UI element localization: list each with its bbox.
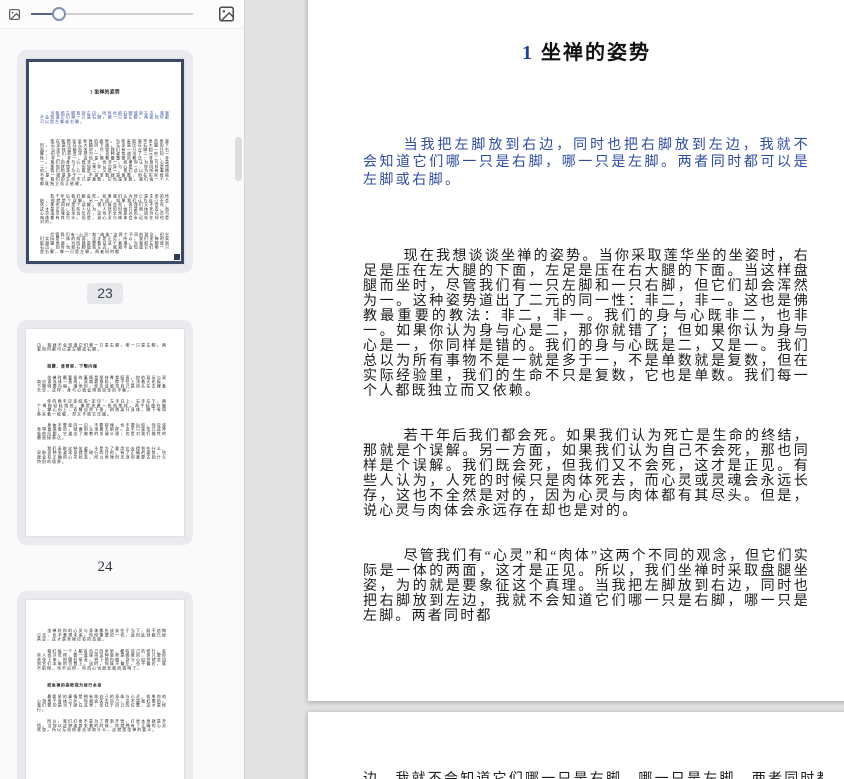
paragraph: 现在我想谈谈坐禅的姿势。当你采取莲华坐的坐姿时，右足是压在左大腿的下面，左足是压…	[363, 249, 810, 400]
chapter-title: 1 坐禅的姿势	[363, 36, 810, 65]
page-viewer: 1 坐禅的姿势 当我把左脚放到右边，同时也把右脚放到左边，我就不会知道它们哪一只是…	[246, 0, 844, 779]
thumbnail-page-25[interactable]: 坐禅时你的心灵与身体都应该安住于当下，既不追悔过去，也不悬想未来。你所需要的一切…	[17, 591, 193, 779]
thumbnail-page-23-preview[interactable]: 1 坐禅的姿势 当我把左脚放到右边，同时也把右脚放到左边，我就不会知道它们哪一只…	[26, 59, 184, 264]
thumbnail-page-23[interactable]: 1 坐禅的姿势 当我把左脚放到右边，同时也把右脚放到左边，我就不会知道它们哪一只…	[17, 50, 193, 273]
sidebar-scrollbar[interactable]	[235, 137, 242, 181]
thumbnail-list: 1 坐禅的姿势 当我把左脚放到右边，同时也把右脚放到左边，我就不会知道它们哪一只…	[0, 50, 244, 779]
document-page-24: 边，我就不会知道它们哪一只是右脚，哪一只是左脚。两者同时都	[308, 712, 844, 779]
paragraph: 若干年后我们都会死。如果我们认为死亡是生命的终结，那就是个误解。另一方面，如果我…	[363, 429, 810, 520]
large-image-icon	[217, 5, 236, 23]
chapter-epigraph: 当我把左脚放到右边，同时也把右脚放到左边，我就不会知道它们哪一只是右脚，哪一只是…	[363, 138, 810, 188]
paragraph: 尽管我们有“心灵”和“肉体”这两个不同的观念，但它们实际是一体的两面，这才是正见…	[363, 549, 810, 625]
chapter-number: 1	[522, 42, 534, 64]
selection-corner-marker	[174, 254, 180, 260]
page-number-label: 24	[97, 559, 113, 575]
chapter-title-text: 坐禅的姿势	[541, 42, 651, 64]
thumbnail-toolbar	[0, 0, 244, 29]
page-number-badge: 23	[87, 283, 123, 304]
thumbnail-panel: 1 坐禅的姿势 当我把左脚放到右边，同时也把右脚放到左边，我就不会知道它们哪一只…	[0, 0, 245, 779]
thumbnail-page-24[interactable]: 边，我就不会知道它们哪一只是右脚，哪一只是左脚。两者同时都可以是左脚或右脚。 挺…	[17, 320, 193, 545]
small-image-icon	[8, 8, 21, 21]
page-23-content: 1 坐禅的姿势 当我把左脚放到右边，同时也把右脚放到左边，我就不会知道它们哪一只是…	[363, 36, 810, 624]
thumbnail-23-content: 1 坐禅的姿势 当我把左脚放到右边，同时也把右脚放到左边，我就不会知道它们哪一只…	[39, 89, 171, 254]
thumbnail-page-25-preview[interactable]: 坐禅时你的心灵与身体都应该安住于当下，既不追悔过去，也不悬想未来。你所需要的一切…	[26, 600, 184, 779]
thumbnail-size-slider[interactable]	[31, 0, 193, 28]
paragraph-continuation: 边，我就不会知道它们哪一只是右脚，哪一只是左脚。两者同时都	[363, 768, 823, 779]
thumbnail-24-content: 边，我就不会知道它们哪一只是右脚，哪一只是左脚。两者同时都可以是左脚或右脚。 挺…	[36, 342, 168, 464]
thumbnail-25-content: 坐禅时你的心灵与身体都应该安住于当下，既不追悔过去，也不悬想未来。你所需要的一切…	[36, 628, 168, 732]
thumbnail-page-24-preview[interactable]: 边，我就不会知道它们哪一只是右脚，哪一只是左脚。两者同时都可以是左脚或右脚。 挺…	[26, 329, 184, 536]
slider-handle[interactable]	[51, 7, 66, 21]
ebook-reader-window: 1 坐禅的姿势 当我把左脚放到右边，同时也把右脚放到左边，我就不会知道它们哪一只…	[0, 0, 844, 779]
document-page-23: 1 坐禅的姿势 当我把左脚放到右边，同时也把右脚放到左边，我就不会知道它们哪一只是…	[308, 0, 844, 701]
